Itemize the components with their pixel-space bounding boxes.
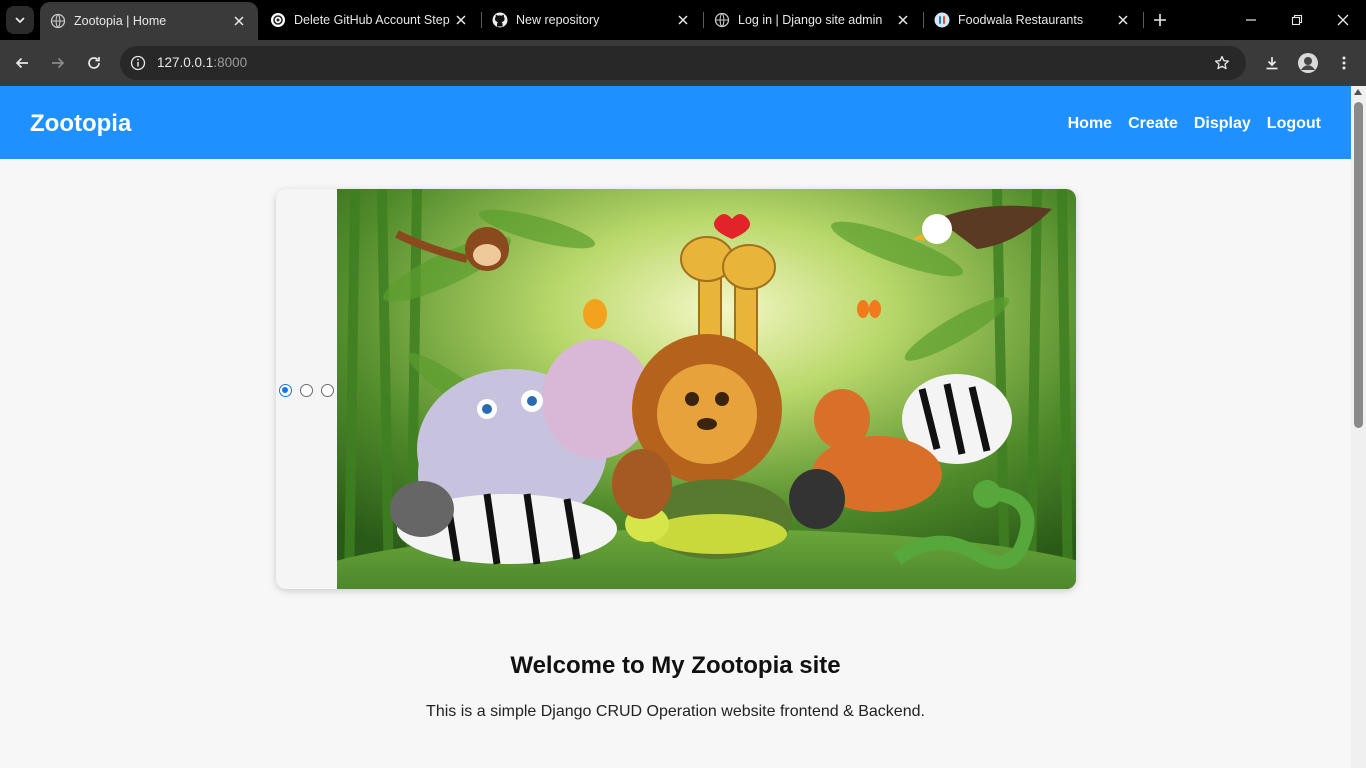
github-icon	[492, 12, 508, 28]
page-title: Welcome to My Zootopia site	[510, 652, 841, 679]
close-icon[interactable]	[230, 12, 248, 30]
tab-title: Foodwala Restaurants	[958, 13, 1084, 27]
site-info-icon[interactable]	[128, 53, 148, 73]
tab-title: Log in | Django site admin	[738, 13, 883, 27]
url-host: 127.0.0.1	[157, 55, 214, 70]
close-icon[interactable]	[1114, 11, 1132, 29]
jungle-animals-illustration	[337, 189, 1076, 589]
site-navbar: Zootopia Home Create Display Logout	[0, 86, 1351, 159]
tab-search-button[interactable]	[6, 6, 34, 34]
avatar	[1298, 53, 1318, 73]
close-icon	[1337, 14, 1349, 26]
tab-strip: Zootopia | Home Delete GitHub Account St…	[0, 0, 1366, 40]
tab-foodwala-restaurants[interactable]: Foodwala Restaurants	[924, 0, 1142, 40]
restore-button[interactable]	[1285, 8, 1309, 32]
url-text[interactable]: 127.0.0.1:8000	[157, 55, 247, 70]
foodwala-icon	[934, 12, 950, 28]
page-intro-text: This is a simple Django CRUD Operation w…	[426, 703, 925, 720]
nav-link-create[interactable]: Create	[1128, 115, 1178, 133]
arrow-right-icon	[52, 57, 65, 69]
slide-radio-2[interactable]	[300, 384, 313, 397]
nav-link-display[interactable]: Display	[1194, 115, 1251, 133]
tab-title: Delete GitHub Account Step	[294, 13, 450, 27]
plus-icon	[1154, 14, 1166, 26]
tab-new-repository[interactable]: New repository	[482, 0, 702, 40]
tab-django-admin-login[interactable]: Log in | Django site admin	[704, 0, 922, 40]
tab-zootopia-home[interactable]: Zootopia | Home	[40, 2, 258, 40]
tab-delete-github-account[interactable]: Delete GitHub Account Step	[260, 0, 480, 40]
tab-separator	[1143, 12, 1144, 28]
site-brand[interactable]: Zootopia	[30, 110, 131, 138]
slider-controls	[279, 384, 334, 397]
browser-menu-button[interactable]	[1332, 51, 1356, 75]
close-icon[interactable]	[452, 11, 470, 29]
minimize-button[interactable]	[1239, 8, 1263, 32]
nav-link-logout[interactable]: Logout	[1267, 115, 1321, 133]
close-icon[interactable]	[674, 11, 692, 29]
close-icon[interactable]	[894, 11, 912, 29]
slide-radio-1[interactable]	[279, 384, 292, 397]
globe-icon	[714, 12, 730, 28]
restore-icon	[1291, 14, 1303, 26]
close-window-button[interactable]	[1331, 8, 1355, 32]
more-vertical-icon	[1342, 56, 1346, 70]
back-button[interactable]	[10, 51, 34, 75]
minimize-icon	[1246, 19, 1256, 21]
tab-title: New repository	[516, 13, 600, 27]
site-menu: Home Create Display Logout	[1068, 115, 1321, 133]
nav-link-home[interactable]: Home	[1068, 115, 1112, 133]
browser-toolbar: 127.0.0.1:8000	[0, 40, 1366, 86]
new-tab-button[interactable]	[1150, 10, 1170, 30]
page-viewport: Zootopia Home Create Display Logout Welc…	[0, 86, 1366, 768]
scroll-up-arrow-icon[interactable]	[1354, 89, 1362, 95]
address-bar[interactable]: 127.0.0.1:8000	[120, 46, 1246, 80]
downloads-button[interactable]	[1260, 51, 1284, 75]
chevron-down-icon	[15, 17, 25, 24]
profile-button[interactable]	[1296, 51, 1320, 75]
reload-button[interactable]	[82, 51, 106, 75]
slide-radio-3[interactable]	[321, 384, 334, 397]
scrollbar-thumb[interactable]	[1354, 102, 1363, 428]
globe-icon	[50, 13, 66, 29]
bookmark-star-icon[interactable]	[1212, 53, 1232, 73]
forward-button[interactable]	[46, 51, 70, 75]
download-icon	[1266, 57, 1278, 70]
reload-icon	[88, 57, 100, 69]
tab-title: Zootopia | Home	[74, 14, 167, 28]
arrow-left-icon	[15, 57, 28, 69]
openai-icon	[270, 12, 286, 28]
url-port: :8000	[213, 55, 248, 70]
image-slider	[276, 189, 1076, 589]
page-scrollbar[interactable]	[1351, 86, 1366, 768]
